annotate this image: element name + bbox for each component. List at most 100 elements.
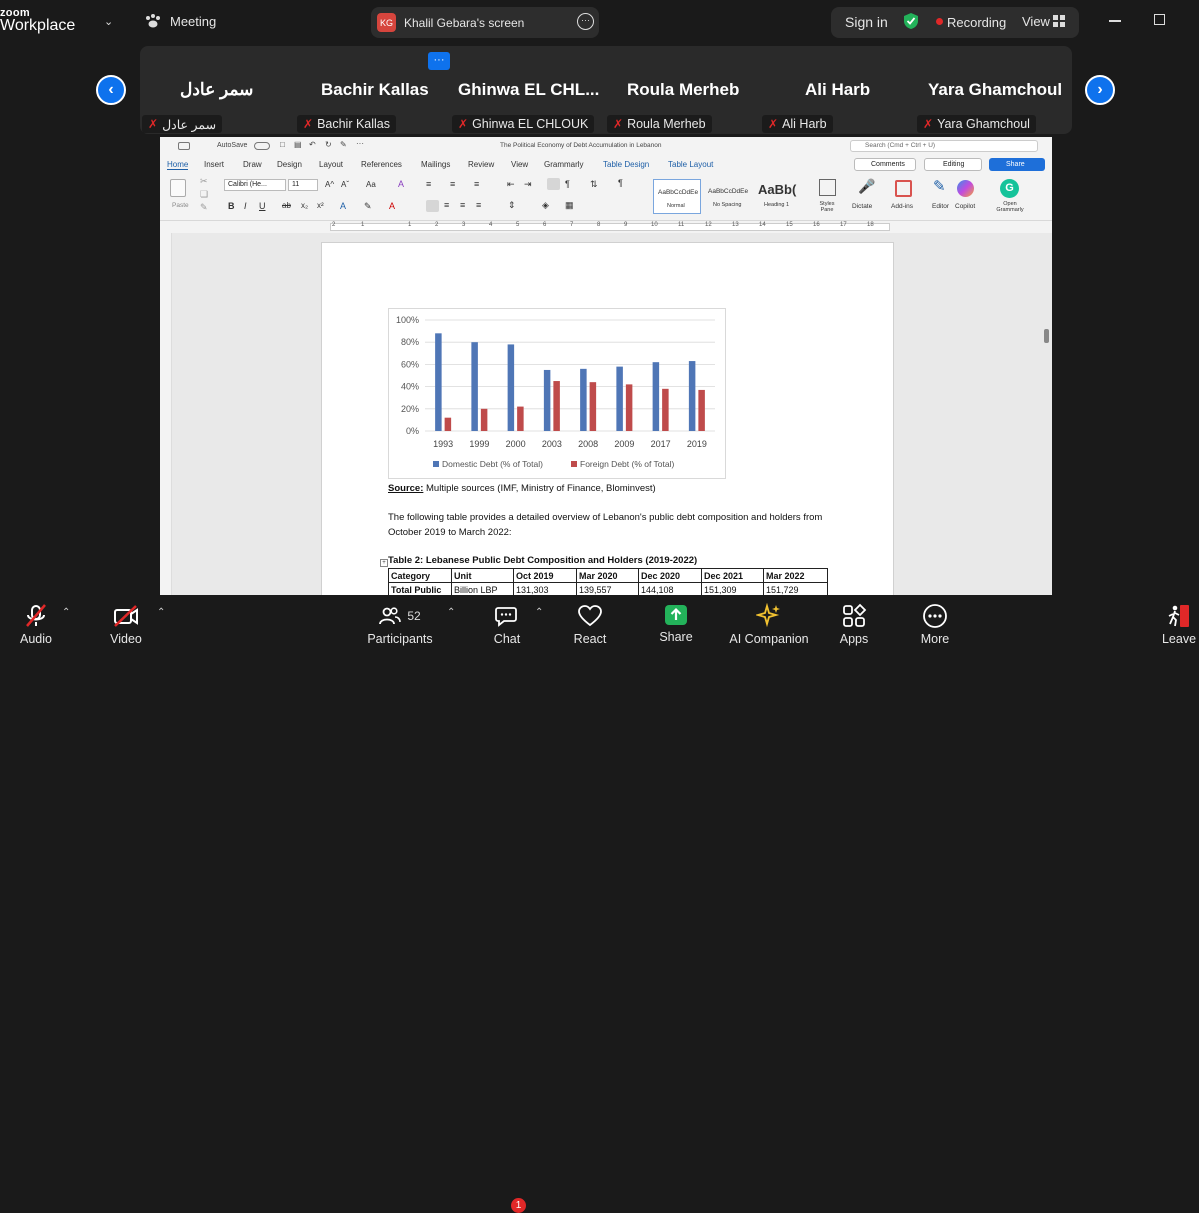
multilevel-list-icon[interactable]: ≡: [474, 179, 479, 189]
leave-button[interactable]: Leave: [1162, 603, 1196, 646]
ruler[interactable]: 2 1 1 2 3 4 5 6 7 8 9 10 11 12 13 14 15 …: [160, 221, 1052, 233]
print-icon[interactable]: ▤: [294, 140, 302, 149]
bold-icon[interactable]: B: [228, 201, 235, 211]
font-size-select[interactable]: 11: [288, 179, 318, 191]
screen-share-indicator[interactable]: KG Khalil Gebara's screen ···: [371, 7, 599, 38]
audio-options-icon[interactable]: ⌃: [62, 607, 70, 618]
strikethrough-icon[interactable]: ab: [282, 201, 291, 210]
tab-table-design[interactable]: Table Design: [603, 160, 649, 169]
debt-composition-chart[interactable]: 0% 20% 40% 60% 80% 100% 1993 1999 2000 2003 2008 20…: [388, 308, 726, 479]
show-marks-toggle[interactable]: [547, 178, 560, 190]
copilot-icon[interactable]: [957, 180, 974, 197]
chevron-down-icon[interactable]: ⌄: [104, 15, 113, 28]
bullets-icon[interactable]: ≡: [426, 179, 431, 189]
vertical-scrollbar-thumb[interactable]: [1044, 329, 1049, 343]
change-case-icon[interactable]: Aa: [366, 180, 376, 189]
microphone-icon[interactable]: 🎤: [858, 178, 875, 195]
debt-table[interactable]: Category Unit Oct 2019 Mar 2020 Dec 2020…: [388, 568, 828, 597]
paragraph-mark-icon[interactable]: ¶: [618, 178, 623, 188]
table-header-cell[interactable]: Category: [388, 568, 452, 583]
tab-table-layout[interactable]: Table Layout: [668, 160, 713, 169]
shading-icon[interactable]: ◈: [542, 200, 549, 211]
react-button[interactable]: React: [573, 603, 607, 646]
ai-companion-button[interactable]: AI Companion: [729, 603, 809, 646]
paste-icon[interactable]: [170, 179, 186, 197]
table-header-cell[interactable]: Oct 2019: [513, 568, 577, 583]
table-header-cell[interactable]: Mar 2022: [763, 568, 828, 583]
video-options-icon[interactable]: ⌃: [157, 607, 165, 618]
subscript-icon[interactable]: x₂: [301, 201, 308, 210]
format-painter-icon[interactable]: ✎: [340, 140, 347, 149]
tab-grammarly[interactable]: Grammarly: [544, 160, 584, 169]
grow-font-icon[interactable]: A^: [325, 180, 334, 189]
gallery-prev-button[interactable]: ‹: [96, 75, 126, 105]
tab-layout[interactable]: Layout: [319, 160, 343, 169]
copy-icon[interactable]: ❏: [200, 189, 208, 200]
gallery-more-button[interactable]: ···: [428, 52, 450, 70]
undo-icon[interactable]: ↶: [309, 140, 316, 149]
underline-icon[interactable]: U: [259, 201, 266, 211]
font-name-select[interactable]: Calibri (He...: [224, 179, 286, 191]
tab-draw[interactable]: Draw: [243, 160, 262, 169]
borders-icon[interactable]: ▦: [565, 200, 574, 211]
tab-references[interactable]: References: [361, 160, 402, 169]
style-heading-1[interactable]: AaBb( Heading 1: [755, 179, 803, 214]
share-screen-button[interactable]: Share: [658, 603, 694, 644]
participants-button[interactable]: 52 Participants: [367, 603, 433, 646]
document-title[interactable]: The Political Economy of Debt Accumulati…: [500, 142, 662, 149]
editing-button[interactable]: Editing: [924, 158, 982, 171]
clear-format-icon[interactable]: A: [398, 179, 404, 189]
sort-az-icon[interactable]: ⇅: [590, 179, 598, 190]
tab-design[interactable]: Design: [277, 160, 302, 169]
minimize-icon[interactable]: [1109, 20, 1121, 22]
tab-insert[interactable]: Insert: [204, 160, 224, 169]
table-header-cell[interactable]: Mar 2020: [576, 568, 639, 583]
restore-icon[interactable]: [1154, 14, 1165, 25]
autosave-toggle[interactable]: [254, 142, 270, 150]
gallery-next-button[interactable]: ›: [1085, 75, 1115, 105]
shrink-font-icon[interactable]: Aˇ: [341, 180, 349, 189]
align-center-icon[interactable]: ≡: [444, 200, 449, 210]
style-normal[interactable]: AaBbCcDdEe Normal: [653, 179, 701, 214]
comments-button[interactable]: Comments: [854, 158, 916, 171]
decrease-indent-icon[interactable]: ⇤: [507, 179, 515, 190]
sort-icon[interactable]: ¶: [565, 179, 570, 189]
audio-button[interactable]: Audio: [17, 603, 55, 646]
font-color-icon[interactable]: A: [389, 201, 395, 211]
share-button[interactable]: Share: [989, 158, 1045, 171]
vertical-ruler[interactable]: [160, 233, 172, 595]
apps-button[interactable]: Apps: [838, 603, 870, 646]
styles-pane-icon[interactable]: [819, 179, 836, 196]
tab-review[interactable]: Review: [468, 160, 494, 169]
search-box[interactable]: Search (Cmd + Ctrl + U): [850, 140, 1038, 152]
cut-icon[interactable]: ✂: [200, 176, 208, 187]
chat-options-icon[interactable]: ⌃: [535, 607, 543, 618]
tab-view[interactable]: View: [511, 160, 528, 169]
text-effects-icon[interactable]: A: [340, 201, 346, 211]
shield-check-icon[interactable]: [903, 12, 919, 30]
italic-icon[interactable]: I: [244, 201, 247, 211]
style-no-spacing[interactable]: AaBbCcDdEe No Spacing: [704, 179, 752, 214]
justify-icon[interactable]: ≡: [476, 200, 481, 210]
redo-icon[interactable]: ↻: [325, 140, 332, 149]
align-right-icon[interactable]: ≡: [460, 200, 465, 210]
format-brush-icon[interactable]: ✎: [200, 202, 208, 213]
sign-in-button[interactable]: Sign in: [845, 14, 888, 30]
chat-button[interactable]: Chat: [490, 603, 524, 646]
meeting-button[interactable]: Meeting: [144, 12, 216, 30]
editor-icon[interactable]: ✎: [933, 177, 946, 195]
sidebar-toggle-icon[interactable]: [178, 142, 190, 150]
more-button[interactable]: More: [918, 603, 952, 646]
view-button[interactable]: View: [1022, 14, 1050, 29]
grid-view-icon[interactable]: [1053, 15, 1065, 27]
table-header-cell[interactable]: Dec 2021: [701, 568, 764, 583]
participants-options-icon[interactable]: ⌃: [447, 607, 455, 618]
addins-icon[interactable]: [895, 180, 912, 197]
increase-indent-icon[interactable]: ⇥: [524, 179, 532, 190]
grammarly-icon[interactable]: G: [1000, 179, 1019, 198]
highlight-icon[interactable]: ✎: [364, 201, 372, 212]
tab-home[interactable]: Home: [167, 160, 189, 170]
table-header-cell[interactable]: Unit: [451, 568, 514, 583]
more-options-icon[interactable]: ···: [577, 13, 594, 30]
tab-mailings[interactable]: Mailings: [421, 160, 450, 169]
